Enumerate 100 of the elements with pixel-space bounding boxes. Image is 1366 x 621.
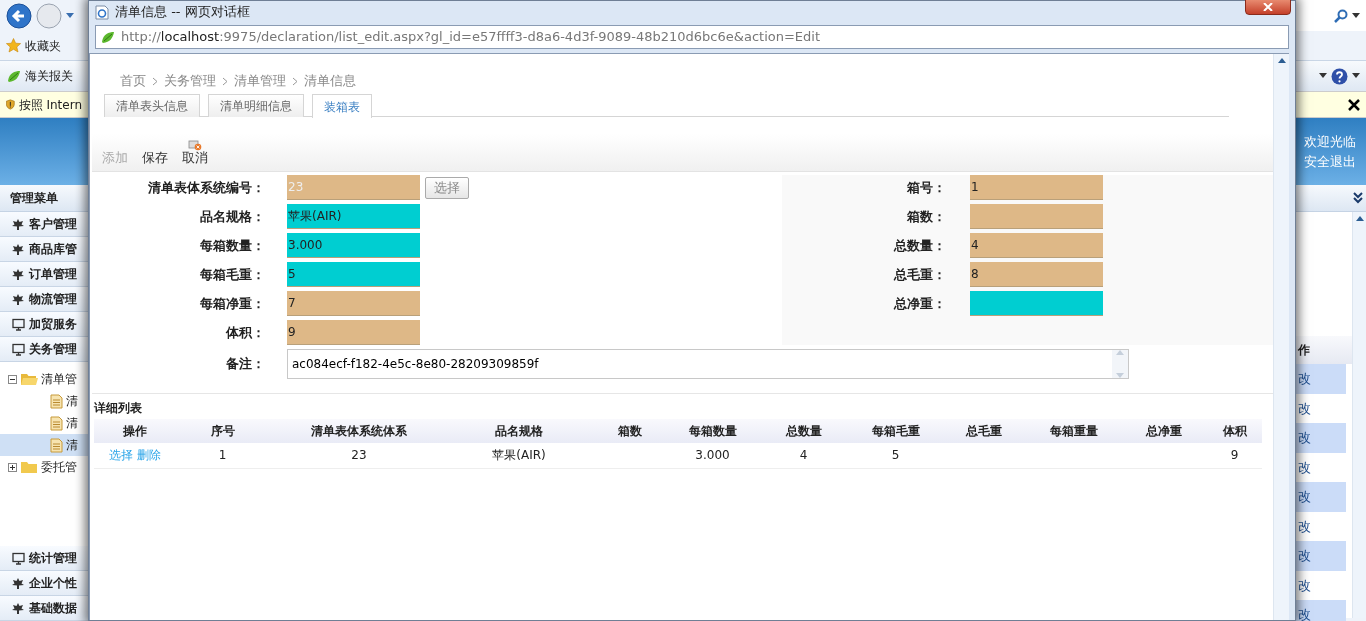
column-header: 箱数: [590, 419, 669, 443]
column-header: 每箱毛重: [851, 419, 940, 443]
help-icon[interactable]: [1331, 67, 1348, 85]
document-icon: [50, 437, 63, 453]
column-header: 品名规格: [448, 419, 590, 443]
input-field[interactable]: 4: [970, 233, 1103, 258]
input-field[interactable]: [970, 291, 1103, 316]
leaf-icon: [12, 267, 25, 281]
input-field[interactable]: 9: [287, 320, 420, 345]
menu-item[interactable]: 关务管理: [0, 337, 88, 362]
monitor-icon: [12, 342, 25, 356]
scroll-up-icon[interactable]: [1277, 58, 1286, 63]
section-title: 详细列表: [92, 393, 1273, 417]
close-button[interactable]: [1245, 0, 1291, 15]
chevron-icon: [292, 76, 298, 86]
info-bar-text: 按照 Intern: [18, 96, 82, 114]
tab[interactable]: 装箱表: [312, 94, 372, 118]
table-cell: 3.000: [669, 443, 756, 468]
toolbar-button[interactable]: 取消: [182, 139, 208, 165]
leaf-icon: [12, 292, 25, 306]
breadcrumb-link[interactable]: 清单信息: [304, 71, 356, 91]
edit-link[interactable]: 改: [1296, 452, 1346, 482]
field-label: 清单表体系统编号：: [147, 178, 265, 197]
input-field[interactable]: 1: [970, 175, 1103, 200]
caret-icon[interactable]: [1319, 73, 1327, 79]
edit-link[interactable]: 改: [1296, 482, 1346, 512]
monitor-icon: [12, 317, 25, 331]
edit-link[interactable]: 改: [1296, 393, 1346, 423]
column-header: 操作: [94, 419, 175, 443]
address-field[interactable]: http://localhost:9975/declaration/list_edit.aspx?gl_id=e57ffff3-d8a6-4d3f-9089-48b210d6bc6e&action=Edit: [95, 25, 1289, 49]
field-label: 每箱净重：: [199, 294, 265, 313]
field-label: 箱号：: [906, 178, 946, 197]
close-icon[interactable]: [1348, 98, 1360, 111]
field-label: 体积：: [224, 323, 265, 342]
input-field[interactable]: 8: [970, 262, 1103, 287]
collapse-icon[interactable]: [8, 374, 17, 384]
page-icon: [95, 4, 109, 20]
column-header: 体积: [1207, 419, 1262, 443]
menu-item[interactable]: 商品库管: [0, 237, 88, 262]
close-icon: [1263, 3, 1273, 11]
field-label: 备注：: [225, 355, 265, 374]
input-field[interactable]: [970, 204, 1103, 229]
field-label: 品名规格：: [199, 207, 265, 226]
edit-link[interactable]: 改: [1296, 541, 1346, 571]
tab[interactable]: 清单明细信息: [208, 94, 304, 117]
table-cell: 4: [756, 443, 851, 468]
tree-item[interactable]: 清: [0, 412, 88, 434]
menu-item[interactable]: 加贸服务: [0, 312, 88, 337]
leaf-icon: [12, 217, 25, 231]
leaf-icon: [6, 68, 21, 84]
input-field[interactable]: 3.000: [287, 233, 420, 258]
column-header: 总净重: [1120, 419, 1207, 443]
cancel-icon: [188, 139, 202, 151]
shield-icon: [6, 97, 15, 112]
edit-link[interactable]: 改: [1296, 364, 1346, 394]
menu-title: 管理菜单: [0, 185, 88, 212]
edit-link[interactable]: 改: [1296, 570, 1346, 600]
breadcrumb-link[interactable]: 首页: [120, 71, 146, 91]
menu-item[interactable]: 基础数据: [0, 596, 88, 621]
tree-item[interactable]: 委托管: [41, 458, 77, 476]
favorites-link[interactable]: 收藏夹: [25, 36, 61, 55]
caret-icon[interactable]: [1352, 73, 1360, 79]
field-label: 每箱数量：: [199, 236, 265, 255]
column-header: 每箱数量: [669, 419, 756, 443]
tree-item[interactable]: 清: [0, 434, 88, 456]
input-field[interactable]: 7: [287, 291, 420, 316]
back-button[interactable]: [6, 2, 32, 29]
menu-item[interactable]: 物流管理: [0, 287, 88, 312]
toolbar-button[interactable]: 保存: [142, 150, 168, 165]
column-header: 序号: [175, 419, 270, 443]
window-title: 清单信息 -- 网页对话框: [115, 3, 250, 22]
caret-icon[interactable]: [1352, 12, 1360, 19]
breadcrumb-link[interactable]: 关务管理: [164, 71, 216, 91]
edit-link[interactable]: 改: [1296, 423, 1346, 453]
table-cell: 1: [175, 443, 270, 468]
edit-link[interactable]: 改: [1296, 600, 1346, 621]
field-label: 总数量：: [892, 236, 946, 255]
folder-icon: [20, 372, 38, 386]
edit-link[interactable]: 改: [1296, 511, 1346, 541]
menu-item[interactable]: 统计管理: [0, 546, 88, 571]
leaf-icon: [12, 242, 25, 256]
input-field[interactable]: 5: [287, 262, 420, 287]
double-chevron-icon[interactable]: [1352, 192, 1364, 204]
tab[interactable]: 清单表头信息: [104, 94, 200, 117]
column-header: 清单表体系统体系: [270, 419, 448, 443]
tree-item[interactable]: 清单管: [41, 370, 77, 388]
menu-item[interactable]: 客户管理: [0, 212, 88, 237]
document-icon: [50, 415, 63, 431]
column-header: 每箱重量: [1027, 419, 1120, 443]
document-icon: [50, 393, 63, 409]
menu-item[interactable]: 企业个性: [0, 571, 88, 596]
leaf-icon: [12, 601, 25, 615]
expand-icon[interactable]: [8, 462, 17, 472]
scroll-up-icon[interactable]: [1355, 216, 1364, 221]
search-icon[interactable]: [1334, 8, 1348, 23]
breadcrumb-link[interactable]: 清单管理: [234, 71, 286, 91]
menu-item[interactable]: 订单管理: [0, 262, 88, 287]
field-label: 箱数：: [906, 207, 946, 226]
input-field[interactable]: 苹果(AIR): [287, 204, 420, 229]
tree-item[interactable]: 清: [0, 390, 88, 412]
